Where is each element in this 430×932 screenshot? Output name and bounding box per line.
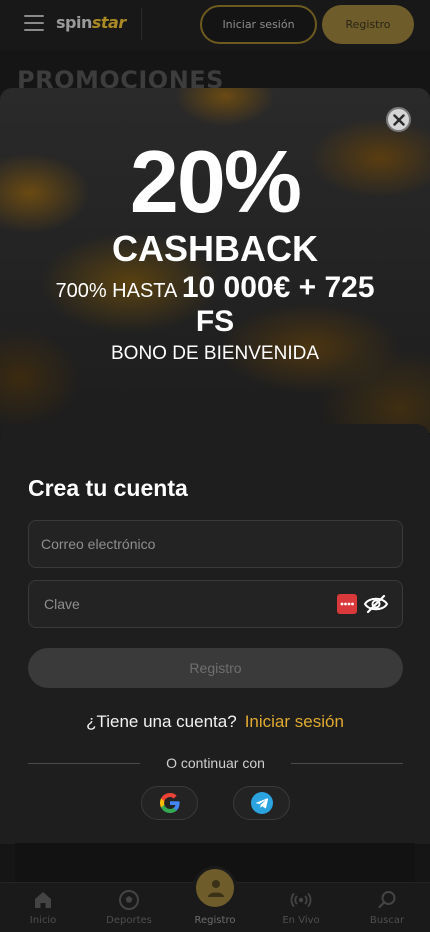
header-divider <box>141 8 142 40</box>
offer-suffix: FS <box>195 305 235 338</box>
close-icon <box>392 113 405 126</box>
cashback-percent: 20% <box>129 132 302 231</box>
user-icon <box>208 880 224 897</box>
nav-item-deportes[interactable]: Deportes <box>86 883 172 932</box>
eye-slash-icon[interactable] <box>363 594 389 614</box>
logo[interactable]: spinstar <box>56 13 126 32</box>
soccer-ball-icon <box>119 890 139 910</box>
header: spinstar Iniciar sesión Registro <box>0 0 430 50</box>
nav-label: Deportes <box>106 915 152 926</box>
menu-icon[interactable] <box>24 15 44 33</box>
offer-amount: 10 000€ + 725 <box>181 271 375 304</box>
register-button[interactable]: Registro <box>28 648 403 688</box>
have-account-row: ¿Tiene una cuenta? Iniciar sesión <box>0 712 430 732</box>
nav-item-inicio[interactable]: Inicio <box>0 883 86 932</box>
telegram-login-button[interactable] <box>233 786 290 820</box>
nav-center-button[interactable] <box>193 866 237 910</box>
search-icon <box>378 891 396 909</box>
nav-item-en-vivo[interactable]: En Vivo <box>258 883 344 932</box>
google-icon <box>159 793 180 813</box>
close-button[interactable] <box>386 107 411 132</box>
offer-prefix: 700% HASTA <box>55 280 178 302</box>
header-register-button[interactable]: Registro <box>322 5 414 44</box>
password-manager-icon[interactable] <box>337 594 357 614</box>
cashback-headline: CASHBACK <box>112 228 318 269</box>
nav-label: Inicio <box>29 915 57 926</box>
divider-line-right <box>291 763 403 764</box>
google-login-button[interactable] <box>141 786 198 820</box>
live-broadcast-icon <box>290 892 312 908</box>
nav-label: Registro <box>194 915 236 926</box>
continue-with-divider: O continuar con <box>28 755 403 773</box>
form-title: Crea tu cuenta <box>28 475 188 501</box>
offer-line: 700% HASTA 10 000€ + 725 <box>0 271 430 305</box>
nav-label: Buscar <box>369 915 405 926</box>
login-link[interactable]: Iniciar sesión <box>245 712 344 731</box>
email-field[interactable] <box>28 520 403 568</box>
bonus-subtitle: BONO DE BIENVENIDA <box>111 343 319 364</box>
home-icon <box>35 892 51 908</box>
header-login-button[interactable]: Iniciar sesión <box>200 5 317 44</box>
nav-item-buscar[interactable]: Buscar <box>344 883 430 932</box>
telegram-icon <box>250 792 273 814</box>
nav-label: En Vivo <box>282 915 320 926</box>
have-account-text: ¿Tiene una cuenta? <box>86 712 237 731</box>
